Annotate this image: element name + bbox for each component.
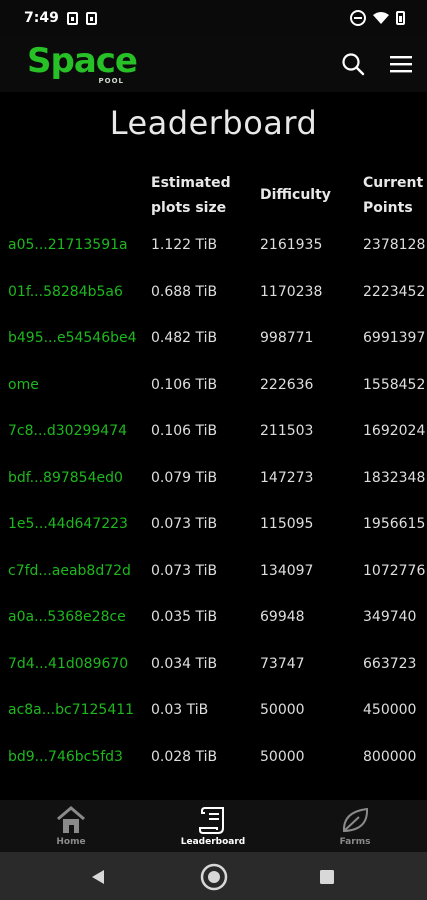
estimated-plots-size: 0.03 TiB: [151, 702, 209, 718]
current-points-value: 6991397: [363, 330, 426, 346]
estimated-plots-size: 0.106 TiB: [151, 423, 218, 439]
system-navigation-bar: [0, 852, 427, 900]
table-row[interactable]: c7fd...aeab8d72d 0.073 TiB 134097 1072776: [0, 561, 427, 607]
difficulty-value: 211503: [260, 423, 314, 439]
current-points-value: 663723: [363, 655, 417, 672]
logo-text: Space: [27, 41, 138, 81]
farmer-id[interactable]: ome: [8, 375, 39, 395]
table-row[interactable]: bdf...897854ed0 0.079 TiB 147273 1832348: [0, 468, 427, 514]
difficulty-value: 73747: [260, 655, 305, 672]
difficulty-value: 50000: [260, 702, 305, 718]
current-points-value: 450000: [363, 702, 417, 718]
farmer-id[interactable]: a05...21713591a: [8, 235, 128, 255]
difficulty-value: 50000: [260, 748, 305, 765]
difficulty-value: 998771: [260, 330, 314, 346]
current-points-value: 1072776: [363, 562, 426, 579]
nav-farms-label: Farms: [339, 837, 371, 847]
status-left: 7:49: [24, 10, 97, 26]
difficulty-value: 2161935: [260, 237, 323, 253]
farmer-id[interactable]: 1e5...44d647223: [8, 514, 128, 534]
wifi-icon: [373, 11, 389, 24]
current-points-value: 1558452: [363, 376, 426, 393]
table-row[interactable]: ome 0.106 TiB 222636 1558452: [0, 375, 427, 421]
table-row[interactable]: 7c8...d30299474 0.106 TiB 211503 1692024: [0, 421, 427, 467]
farmer-id[interactable]: a0a...5368e28ce: [8, 607, 126, 627]
status-right: [350, 10, 405, 26]
bottom-navigation: Home Leaderboard Farms: [0, 800, 427, 852]
farmer-id[interactable]: 7d4...41d089670: [8, 654, 128, 674]
logo-subtext: POOL: [98, 77, 124, 85]
estimated-plots-size: 0.079 TiB: [151, 469, 218, 486]
home-icon: [57, 806, 85, 833]
estimated-plots-size: 0.035 TiB: [151, 609, 218, 625]
header-estimated-line1: Estimated: [151, 175, 231, 191]
table-row[interactable]: a0a...5368e28ce 0.035 TiB 69948 349740: [0, 607, 427, 653]
table-row[interactable]: b495...e54546be4 0.482 TiB 998771 6991397: [0, 328, 427, 374]
home-button-icon[interactable]: [199, 862, 229, 892]
battery-icon: [396, 11, 405, 25]
space-pool-logo: Space POOL: [27, 41, 138, 88]
header-current-points: Current Points: [363, 171, 423, 221]
nav-leaderboard[interactable]: Leaderboard: [142, 800, 284, 852]
estimated-plots-size: 0.106 TiB: [151, 376, 218, 393]
sim-card-icon: [66, 11, 78, 25]
table-row[interactable]: 01f...58284b5a6 0.688 TiB 1170238 2223452: [0, 282, 427, 328]
farmer-id[interactable]: c7fd...aeab8d72d: [8, 561, 131, 581]
menu-icon[interactable]: [389, 54, 413, 74]
farmer-id[interactable]: 01f...58284b5a6: [8, 282, 123, 302]
farmer-id[interactable]: b495...e54546be4: [8, 328, 137, 348]
status-time: 7:49: [24, 10, 59, 26]
difficulty-value: 134097: [260, 562, 314, 579]
current-points-value: 2378128: [363, 237, 426, 253]
table-row[interactable]: 1e5...44d647223 0.073 TiB 115095 1956615: [0, 514, 427, 560]
current-points-value: 1692024: [363, 423, 426, 439]
header-points-line1: Current: [363, 175, 424, 191]
farmer-id[interactable]: ac8a...bc7125411: [8, 700, 134, 720]
estimated-plots-size: 0.028 TiB: [151, 748, 218, 765]
current-points-value: 1832348: [363, 469, 426, 486]
current-points-value: 349740: [363, 609, 417, 625]
header-estimated-line2: plots size: [151, 200, 227, 216]
nav-leaderboard-label: Leaderboard: [180, 837, 246, 847]
farmer-id[interactable]: bdf...897854ed0: [8, 468, 123, 488]
difficulty-value: 115095: [260, 516, 314, 532]
leaf-icon: [342, 807, 369, 833]
current-points-value: 2223452: [363, 283, 426, 300]
page-title: Leaderboard: [109, 104, 318, 142]
leaderboard-icon: [199, 807, 224, 834]
status-bar: 7:49: [0, 0, 427, 36]
farmer-id[interactable]: bd9...746bc5fd3: [8, 747, 123, 767]
sim-card-icon: [85, 11, 97, 25]
leaderboard-table[interactable]: Estimated plots size Difficulty Current …: [0, 165, 427, 800]
table-row[interactable]: ac8a...bc7125411 0.03 TiB 50000 450000: [0, 700, 427, 746]
current-points-value: 1956615: [363, 516, 426, 532]
table-row[interactable]: bd9...746bc5fd3 0.028 TiB 50000 800000: [0, 747, 427, 793]
estimated-plots-size: 1.122 TiB: [151, 237, 218, 253]
back-icon[interactable]: [91, 869, 105, 885]
header-difficulty: Difficulty: [260, 187, 331, 203]
farmer-id[interactable]: 7c8...d30299474: [8, 421, 127, 441]
estimated-plots-size: 0.073 TiB: [151, 516, 218, 532]
nav-farms[interactable]: Farms: [284, 800, 426, 852]
current-points-value: 800000: [363, 748, 417, 765]
nav-home-label: Home: [56, 837, 86, 847]
estimated-plots-size: 0.073 TiB: [151, 562, 218, 579]
header-estimated-plots-size: Estimated plots size: [151, 171, 231, 221]
table-row[interactable]: 7d4...41d089670 0.034 TiB 73747 663723: [0, 654, 427, 700]
estimated-plots-size: 0.482 TiB: [151, 330, 218, 346]
do-not-disturb-icon: [350, 10, 366, 26]
header-points-line2: Points: [363, 200, 413, 216]
difficulty-value: 222636: [260, 376, 314, 393]
nav-home[interactable]: Home: [0, 800, 142, 852]
difficulty-value: 69948: [260, 609, 305, 625]
estimated-plots-size: 0.034 TiB: [151, 655, 218, 672]
difficulty-value: 1170238: [260, 283, 323, 300]
difficulty-value: 147273: [260, 469, 314, 486]
recents-icon[interactable]: [320, 870, 334, 884]
estimated-plots-size: 0.688 TiB: [151, 283, 218, 300]
search-icon[interactable]: [341, 52, 365, 76]
table-row[interactable]: a05...21713591a 1.122 TiB 2161935 2378128: [0, 235, 427, 281]
